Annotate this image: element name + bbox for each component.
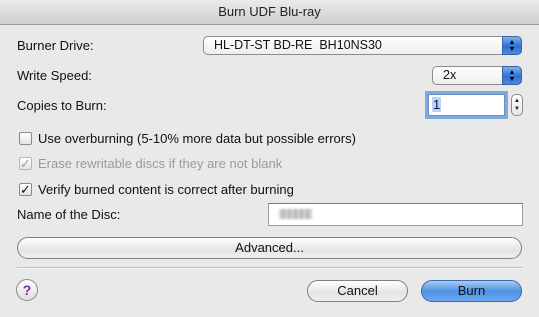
verify-option[interactable]: ✓ Verify burned content is correct after… <box>19 182 294 197</box>
help-icon[interactable]: ? <box>16 279 38 301</box>
checkmark-icon: ✓ <box>20 156 31 171</box>
checkmark-icon: ✓ <box>20 182 31 197</box>
burner-drive-label: Burner Drive: <box>17 38 94 53</box>
disc-name-input[interactable] <box>268 203 523 226</box>
overburn-checkbox[interactable] <box>19 132 32 145</box>
copies-stepper[interactable]: ▲ ▼ <box>511 94 523 116</box>
burn-dialog: Burn UDF Blu-ray Burner Drive: HL-DT-ST … <box>0 0 539 317</box>
write-speed-value: 2x <box>443 68 457 82</box>
erase-checkbox: ✓ <box>19 157 32 170</box>
copies-input[interactable]: 1 <box>428 94 505 116</box>
burner-drive-value: HL-DT-ST BD-RE BH10NS30 <box>214 38 382 52</box>
stepper-down-arrow-icon[interactable]: ▼ <box>512 105 522 113</box>
cancel-button[interactable]: Cancel <box>307 280 408 302</box>
up-down-arrows-icon: ▲ ▼ <box>502 36 522 55</box>
overburn-option[interactable]: Use overburning (5-10% more data but pos… <box>19 131 356 146</box>
erase-option: ✓ Erase rewritable discs if they are not… <box>19 156 282 171</box>
separator <box>17 267 522 269</box>
up-down-arrows-icon: ▲ ▼ <box>502 66 522 85</box>
copies-label: Copies to Burn: <box>17 98 107 113</box>
verify-checkbox[interactable]: ✓ <box>19 183 32 196</box>
stepper-up-arrow-icon[interactable]: ▲ <box>512 97 522 105</box>
window-title: Burn UDF Blu-ray <box>0 0 539 25</box>
redacted-disc-name <box>279 209 312 219</box>
write-speed-popup[interactable]: 2x ▲ ▼ <box>432 66 522 85</box>
burner-drive-popup[interactable]: HL-DT-ST BD-RE BH10NS30 ▲ ▼ <box>203 36 522 55</box>
verify-label: Verify burned content is correct after b… <box>38 182 294 197</box>
disc-name-label: Name of the Disc: <box>17 207 121 222</box>
erase-label: Erase rewritable discs if they are not b… <box>38 156 283 171</box>
overburn-label: Use overburning (5-10% more data but pos… <box>38 131 356 146</box>
burn-button[interactable]: Burn <box>421 280 522 302</box>
write-speed-label: Write Speed: <box>17 68 92 83</box>
advanced-button[interactable]: Advanced... <box>17 237 522 259</box>
copies-value: 1 <box>432 97 442 112</box>
